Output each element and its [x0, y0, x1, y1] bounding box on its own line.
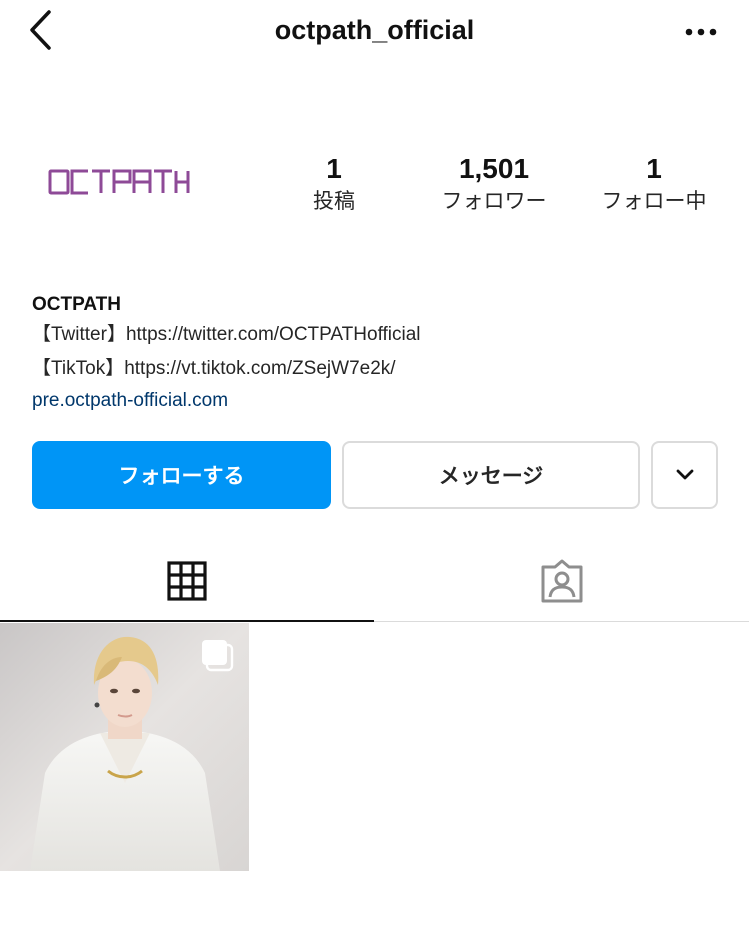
bio-line-tiktok: 【TikTok】https://vt.tiktok.com/ZSejW7e2k/ [32, 358, 396, 379]
ellipsis-icon [685, 28, 717, 36]
more-options-button[interactable] [681, 18, 721, 46]
grid-icon [167, 561, 207, 601]
suggested-accounts-button[interactable] [651, 441, 718, 509]
post-thumbnail[interactable] [0, 623, 249, 871]
message-button[interactable]: メッセージ [342, 441, 640, 509]
tab-tagged[interactable] [374, 540, 749, 622]
following-count-value: 1 [646, 153, 662, 184]
active-tab-indicator [0, 620, 374, 622]
posts-count[interactable]: 1 投稿 [288, 152, 380, 216]
follow-button[interactable]: フォローする [32, 441, 331, 509]
profile-picture[interactable] [46, 163, 191, 203]
multiple-posts-icon [200, 638, 234, 677]
profile-username: octpath_official [274, 15, 475, 45]
posts-count-value: 1 [326, 153, 342, 184]
tagged-person-icon [541, 559, 582, 603]
tab-grid[interactable] [0, 540, 374, 622]
following-count-label: フォロー中 [601, 190, 707, 213]
profile-screen: octpath_official 1 投稿 1,501 フォロワー 1 フォロー… [0, 0, 749, 926]
followers-count[interactable]: 1,501 フォロワー [430, 152, 558, 216]
profile-tabs [0, 540, 749, 622]
followers-count-value: 1,501 [458, 153, 530, 184]
bio-website-link[interactable]: pre.octpath-official.com [32, 385, 722, 417]
profile-display-name: OCTPATH [32, 294, 122, 315]
bio-line-twitter: 【Twitter】https://twitter.com/OCTPATHoffi… [32, 324, 421, 345]
octpath-logo [48, 169, 190, 195]
posts-count-label: 投稿 [313, 190, 355, 213]
top-bar: octpath_official [0, 0, 749, 64]
followers-count-label: フォロワー [441, 190, 547, 213]
profile-bio: OCTPATH 【Twitter】https://twitter.com/OCT… [32, 293, 722, 417]
following-count[interactable]: 1 フォロー中 [590, 152, 718, 216]
chevron-down-icon [676, 469, 693, 480]
